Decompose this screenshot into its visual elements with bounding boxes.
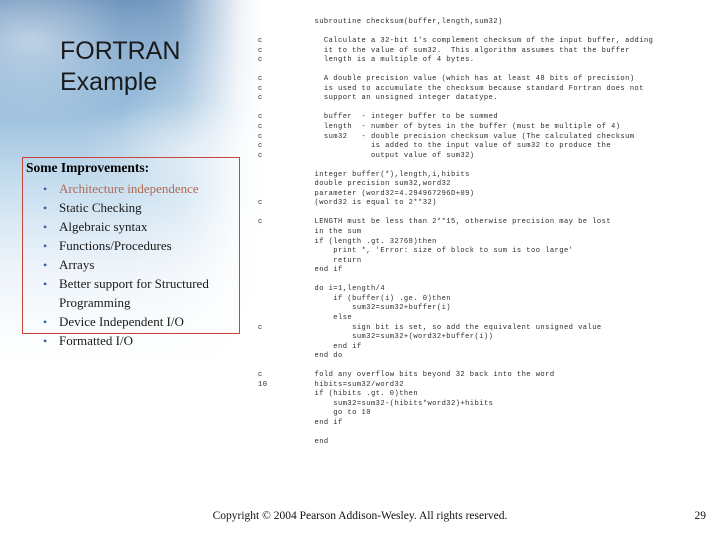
list-item: • Functions/Procedures <box>23 237 239 256</box>
list-item-label: Formatted I/O <box>59 332 134 348</box>
list-item-label: Algebraic syntax <box>59 219 148 234</box>
list-item: • Static Checking <box>23 199 239 218</box>
list-item: • Formatted I/O <box>23 332 239 351</box>
improvements-box: Some Improvements: • Architecture indepe… <box>22 157 240 348</box>
code-text: subroutine checksum(buffer,length,sum32)… <box>258 18 654 447</box>
list-item-label: Static Checking <box>59 200 142 215</box>
bullet-dot-icon: • <box>43 333 48 348</box>
bullet-dot-icon: • <box>43 258 48 272</box>
list-item: • Architecture independence <box>23 180 239 199</box>
page-number: 29 <box>694 510 707 522</box>
code-listing: subroutine checksum(buffer,length,sum32)… <box>258 18 710 508</box>
improvements-list: • Architecture independence • Static Che… <box>23 180 239 351</box>
list-item: • Device Independent I/O <box>23 313 239 332</box>
list-item-label: Device Independent I/O <box>59 313 184 329</box>
slide: FORTRAN Example Some Improvements: • Arch… <box>0 0 720 540</box>
list-item-label: Architecture independence <box>59 181 199 196</box>
list-item: • Better support for Structured Programm… <box>23 275 239 312</box>
corner-watermark <box>8 512 10 521</box>
footer-copyright: Copyright © 2004 Pearson Addison-Wesley.… <box>212 510 508 522</box>
improvements-heading: Some Improvements: <box>26 160 150 175</box>
list-item: • Arrays <box>23 256 239 275</box>
bullet-dot-icon: • <box>43 239 48 253</box>
list-item-label: Better support for Structured Programmin… <box>59 276 209 310</box>
bullet-dot-icon: • <box>43 314 48 329</box>
page-title: FORTRAN Example <box>60 37 181 96</box>
bullet-dot-icon: • <box>43 182 48 196</box>
bullet-dot-icon: • <box>43 201 48 215</box>
bullet-dot-icon: • <box>43 220 48 234</box>
list-item-label: Functions/Procedures <box>59 238 172 253</box>
list-item-label: Arrays <box>59 257 95 272</box>
list-item: • Algebraic syntax <box>23 218 239 237</box>
bullet-dot-icon: • <box>43 277 48 291</box>
